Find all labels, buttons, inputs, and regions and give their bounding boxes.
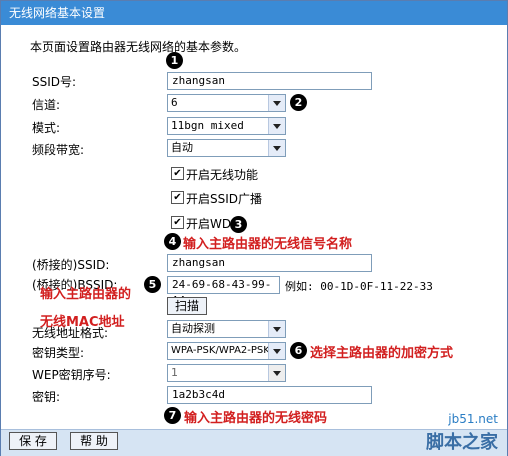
address-format-select[interactable]: 自动探测 xyxy=(167,320,286,338)
key-type-label: 密钥类型: xyxy=(32,346,85,360)
checkbox-checked-icon: ✔ xyxy=(171,167,184,180)
chevron-down-icon xyxy=(268,343,285,359)
annotation-badge-4: 4 xyxy=(164,233,181,250)
ssid-label: SSID号: xyxy=(32,75,77,89)
bridged-ssid-input[interactable]: zhangsan xyxy=(167,254,372,272)
key-type-value: WPA-PSK/WPA2-PSK xyxy=(171,345,270,356)
channel-label: 信道: xyxy=(32,98,61,112)
bssid-example: 例如: 00-1D-0F-11-22-33 xyxy=(285,280,433,293)
watermark-domain: jb51.net xyxy=(448,412,498,426)
annotation-badge-5: 5 xyxy=(144,276,161,293)
bandwidth-value: 自动 xyxy=(171,141,193,154)
annotation-note-4: 输入主路由器的无线信号名称 xyxy=(183,237,353,252)
key-type-select[interactable]: WPA-PSK/WPA2-PSK xyxy=(167,342,286,360)
page-description: 本页面设置路由器无线网络的基本参数。 xyxy=(30,40,247,54)
checkbox-checked-icon: ✔ xyxy=(171,216,184,229)
chevron-down-icon xyxy=(268,321,285,337)
ssid-input[interactable]: zhangsan xyxy=(167,72,372,90)
bandwidth-select[interactable]: 自动 xyxy=(167,139,286,157)
chevron-down-icon xyxy=(268,118,285,134)
annotation-note-6: 选择主路由器的加密方式 xyxy=(310,346,454,361)
annotation-note-7: 输入主路由器的无线密码 xyxy=(184,411,328,426)
checkbox-checked-icon: ✔ xyxy=(171,191,184,204)
channel-value: 6 xyxy=(171,96,178,109)
address-format-label: 无线地址格式: xyxy=(32,326,109,340)
annotation-badge-1: 1 xyxy=(166,52,183,69)
bandwidth-label: 频段带宽: xyxy=(32,143,85,157)
annotation-badge-6: 6 xyxy=(290,342,307,359)
wep-key-index-select[interactable]: 1 xyxy=(167,364,286,382)
scan-button[interactable]: 扫描 xyxy=(167,297,207,315)
annotation-badge-2: 2 xyxy=(290,94,307,111)
bridged-ssid-label: (桥接的)SSID: xyxy=(32,258,110,272)
help-button[interactable]: 帮 助 xyxy=(70,432,118,450)
mode-label: 模式: xyxy=(32,121,61,135)
bridged-bssid-input[interactable]: 24-69-68-43-99-A4 xyxy=(167,276,280,307)
annotation-badge-7: 7 xyxy=(164,407,181,424)
chevron-down-icon xyxy=(268,95,285,111)
channel-select[interactable]: 6 xyxy=(167,94,286,112)
watermark-site: 脚本之家 xyxy=(426,432,498,453)
chevron-down-icon xyxy=(268,140,285,156)
annotation-badge-3: 3 xyxy=(230,216,247,233)
wep-key-index-label: WEP密钥序号: xyxy=(32,368,111,382)
window-title: 无线网络基本设置 xyxy=(1,1,507,25)
wep-key-index-value: 1 xyxy=(171,366,178,379)
enable-ssid-broadcast-label: 开启SSID广播 xyxy=(186,192,263,206)
chevron-down-icon xyxy=(268,365,285,381)
enable-wireless-label: 开启无线功能 xyxy=(186,168,259,182)
save-button[interactable]: 保 存 xyxy=(9,432,57,450)
key-input[interactable]: 1a2b3c4d xyxy=(167,386,372,404)
address-format-value: 自动探测 xyxy=(171,322,215,335)
key-label: 密钥: xyxy=(32,390,61,404)
mode-select[interactable]: 11bgn mixed xyxy=(167,117,286,135)
annotation-note-5a: 输入主路由器的 xyxy=(40,287,132,302)
mode-value: 11bgn mixed xyxy=(171,119,244,132)
